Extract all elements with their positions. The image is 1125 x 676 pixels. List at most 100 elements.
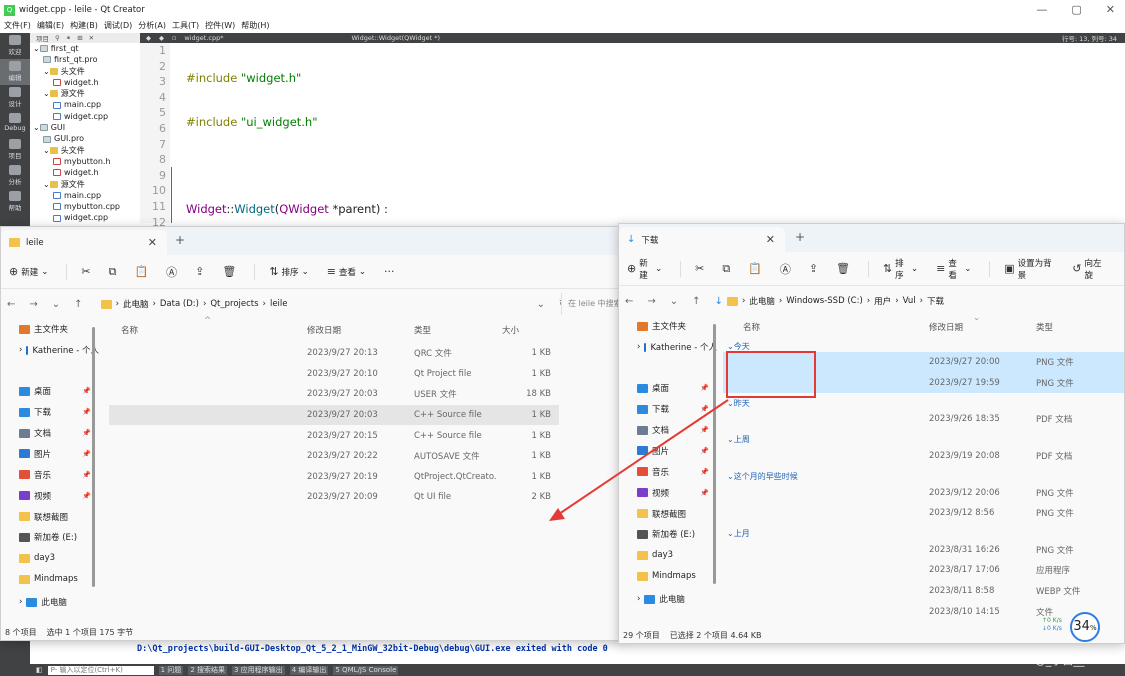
toggle-sidebar-icon[interactable]: ◧ [36,666,43,674]
forward-arrow-icon[interactable]: → [647,296,655,307]
nav-item[interactable]: 视频 📌 [619,482,717,503]
expand-chevron-icon[interactable]: ⌄ [43,179,50,190]
tree-item[interactable]: widget.cpp [30,212,140,223]
tree-item[interactable]: widget.cpp [30,111,140,122]
expand-chevron-icon[interactable]: › [19,345,22,355]
nav-item[interactable]: 下载 📌 [619,399,717,420]
mode-2[interactable]: 设计 [0,85,30,111]
expand-chevron-icon[interactable]: › [637,594,640,604]
link-icon[interactable]: ⚭ [66,34,71,42]
file-row[interactable]: 字节对齐.pdf2023/9/19 20:08PDF 文档 [723,446,1124,467]
breadcrumb-item[interactable]: 下载 [927,295,944,307]
menu-item[interactable]: 调试(D) [104,20,132,33]
code-editor[interactable]: 1 2 3 4 5 6 7 8 9 10 11 12 #include "widget.h" #inc… [140,43,1125,521]
close-pane-icon[interactable]: ✕ [89,34,94,42]
column-type[interactable]: 类型 [414,324,431,336]
usage-gauge[interactable]: 34% [1070,612,1100,642]
nav-item[interactable]: 下载 📌 [1,402,99,423]
nav-item[interactable]: 文档 📌 [1,423,99,444]
tree-item[interactable]: ⌄ 源文件 [30,88,140,99]
nav-forward-icon[interactable]: ◆ [159,34,164,42]
new-tab-icon[interactable]: + [175,233,185,247]
breadcrumb-item[interactable]: Windows-SSD (C:) [786,296,862,306]
nav-item[interactable]: › Katherine - 个人 [619,337,717,358]
breadcrumb-item[interactable]: Qt_projects [210,299,258,309]
group-chevron-icon[interactable]: ⌄ [727,472,734,481]
tree-item[interactable]: ⌄ GUI [30,122,140,133]
mode-1[interactable]: 编辑 [0,59,30,85]
new-button[interactable]: ⊕ 新建 ⌄ [627,257,662,281]
view-button[interactable]: ≡ 查看 ⌄ [327,265,366,278]
file-row[interactable]: widget.ui2023/9/27 20:09Qt UI file2 KB [109,487,559,508]
delete-button[interactable]: 🗑 [836,262,850,275]
nav-item[interactable]: › 此电脑 [1,592,99,613]
view-button[interactable]: ≡ 查看 ⌄ [936,257,971,281]
editor-file-dropdown[interactable]: widget.cpp* [184,34,223,42]
copy-button[interactable]: ⧉ [109,265,117,279]
column-date[interactable]: 修改日期 [929,321,963,333]
nav-item[interactable]: 联想截图 [1,506,99,527]
mode-6[interactable]: 帮助 [0,189,30,215]
back-arrow-icon[interactable]: ← [625,296,633,307]
file-row[interactable]: widget.h2023/9/27 20:19QtProject.QtCreat… [109,467,559,488]
nav-item[interactable]: 新加卷 (E:) [619,524,717,545]
file-row[interactable]: leile.pro.user2023/9/27 20:03USER 文件18 K… [109,384,559,405]
expand-chevron-icon[interactable]: ⌄ [33,43,40,54]
share-button[interactable]: ⇪ [195,265,204,278]
forward-arrow-icon[interactable]: → [29,299,37,310]
nav-item[interactable]: 联想截图 [619,503,717,524]
split-icon[interactable]: ⊞ [77,34,82,42]
nav-item[interactable]: › Katherine - 个人 [1,340,99,361]
menu-item[interactable]: 构建(B) [70,20,98,33]
file-row[interactable]: main.cpp2023/9/27 20:03C++ Source file1 … [109,404,559,426]
back-arrow-icon[interactable]: ← [7,299,15,310]
new-button[interactable]: ⊕ 新建 ⌄ [9,265,48,278]
nav-item[interactable]: day3 [619,545,717,566]
expand-chevron-icon[interactable]: ⌄ [33,122,40,133]
tree-item[interactable]: widget.h [30,167,140,178]
expand-chevron-icon[interactable]: ⌄ [43,66,50,77]
sort-button[interactable]: ⇅ 排序 ⌄ [269,265,308,278]
tree-item[interactable]: widget.h [30,77,140,88]
recent-chevron-icon[interactable]: ⌄ [670,296,678,307]
paste-button[interactable]: 📋 [134,265,148,278]
file-row[interactable]: Everything-1.4.1.1024.x86-Setup.exe2023/… [723,560,1124,581]
menu-item[interactable]: 文件(F) [4,20,31,33]
nav-item[interactable]: 主文件夹 [1,319,99,340]
column-type[interactable]: 类型 [1036,321,1053,333]
mode-5[interactable]: 分析 [0,163,30,189]
column-name[interactable]: 名称 [743,321,760,333]
close-tab-icon[interactable]: ✕ [766,233,775,246]
tree-item[interactable]: ⌄ 头文件 [30,66,140,77]
nav-item[interactable]: 视频 📌 [1,485,99,506]
breadcrumb-item[interactable]: 此电脑 [123,298,149,310]
up-arrow-icon[interactable]: ↑ [74,299,82,310]
cut-button[interactable]: ✂ [695,262,704,275]
rename-button[interactable]: Ⓐ [780,261,791,277]
tree-item[interactable]: first_qt.pro [30,54,140,65]
nav-item[interactable]: 图片 📌 [619,440,717,461]
copy-button[interactable]: ⧉ [722,262,730,276]
editor-function-dropdown[interactable]: Widget::Widget(QWidget *) [351,34,440,42]
column-size[interactable]: 大小 [502,324,519,336]
tab-downloads[interactable]: ↓ 下载 ✕ [619,227,785,252]
mode-4[interactable]: 项目 [0,137,30,163]
group-chevron-icon[interactable]: ⌄ [727,342,734,351]
nav-item[interactable]: 音乐 📌 [1,464,99,485]
nav-item[interactable]: 文档 📌 [619,420,717,441]
up-arrow-icon[interactable]: ↑ [692,296,700,307]
file-row[interactable]: image (4).png2023/9/12 8:56PNG 文件 [723,503,1124,524]
locator-input[interactable]: P- 输入以定位(Ctrl+K) [47,665,154,675]
rotate-left-button[interactable]: ↺ 向左旋 [1072,257,1106,281]
tab-leile[interactable]: leile ✕ [1,230,167,255]
set-background-button[interactable]: ▣ 设置为背景 [1004,257,1054,281]
file-row[interactable]: image (5).png2023/9/12 20:06PNG 文件 [723,482,1124,503]
nav-item[interactable]: 新加卷 (E:) [1,527,99,548]
file-row[interactable]: image (3).png2023/8/31 16:26PNG 文件 [723,540,1124,561]
nav-back-icon[interactable]: ◆ [146,34,151,42]
file-row[interactable]: leile.pro2023/9/27 20:10Qt Project file1… [109,364,559,385]
nav-item[interactable]: › 此电脑 [619,589,717,610]
tree-item[interactable]: ⌄ first_qt [30,43,140,54]
paste-button[interactable]: 📋 [748,262,762,275]
expand-chevron-icon[interactable]: › [637,342,640,352]
